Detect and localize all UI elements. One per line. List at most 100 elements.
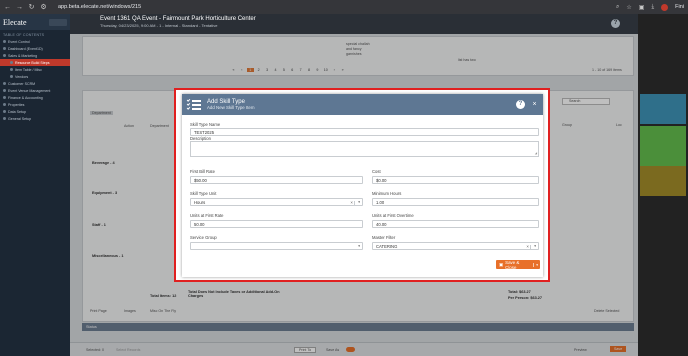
sidebar-item-label: Item Table / Misc (15, 67, 42, 72)
adjacent-panel (640, 126, 686, 166)
sidebar-item-label: Dashboard (Event1D) (8, 46, 43, 51)
chevron-down-icon[interactable]: ▾ (358, 199, 360, 205)
skill-type-unit-select[interactable]: Hours × ▾ (190, 198, 363, 206)
sidebar-item[interactable]: Vendors (0, 73, 70, 80)
bullet-icon (10, 61, 13, 64)
highlight-frame: Add Skill Type Add New Skill Type Item ?… (174, 88, 550, 282)
cost-input[interactable]: $0.00 (372, 176, 539, 184)
minimum-hours-input[interactable]: 1.00 (372, 198, 539, 206)
logo-bar: Elecate (0, 14, 70, 30)
event-title: Event 1361 QA Event - Fairmount Park Hor… (100, 16, 256, 22)
help-icon[interactable]: ? (516, 100, 525, 109)
units-first-overtime-input[interactable]: 40.00 (372, 220, 539, 228)
master-filter-value: CATERING (376, 244, 398, 249)
sidebar-item-label: Properties (8, 102, 25, 107)
extension-icon[interactable]: ▣ (639, 4, 645, 11)
chevron-down-icon[interactable]: ▾ (358, 243, 360, 249)
divider (530, 244, 531, 249)
forward-icon[interactable]: → (16, 4, 23, 11)
sidebar-item-label: Vendors (15, 74, 29, 79)
adjacent-window (638, 14, 688, 356)
skill-type-unit-value: Hours (194, 200, 206, 205)
sidebar: Elecate TABLE OF CONTENTS Event Control … (0, 14, 70, 356)
sidebar-item-label: Finance & Accounting (8, 95, 43, 100)
units-first-rate-input[interactable]: 50.00 (190, 220, 363, 228)
event-header: Event 1361 QA Event - Fairmount Park Hor… (70, 14, 638, 34)
dialog-header: Add Skill Type Add New Skill Type Item ?… (182, 94, 543, 115)
sidebar-item[interactable]: Finance & Accounting (0, 94, 70, 101)
sidebar-item-label: Customer SCRM (8, 81, 36, 86)
sidebar-item-label: General Setup (8, 116, 32, 121)
site-info-icon[interactable]: ⚙ (40, 3, 47, 11)
browser-toolbar: ← → ↻ ⚙ app.beta.elecate.net/windows/215… (0, 0, 688, 14)
resize-handle-icon[interactable]: ◢ (535, 151, 537, 155)
bullet-icon (3, 117, 6, 120)
sidebar-item[interactable]: Properties (0, 101, 70, 108)
close-icon[interactable]: × (531, 101, 538, 108)
sidebar-item-label: Event Control (8, 39, 30, 44)
save-and-close-label: Save & Close (505, 259, 520, 270)
bullet-icon (3, 82, 6, 85)
adjacent-panel (640, 94, 686, 124)
first-bill-rate-label: First Bill Rate (190, 169, 215, 174)
checklist-icon (186, 98, 202, 111)
sidebar-item-label: Resource Build Steps (15, 60, 50, 65)
add-skill-type-dialog: Add Skill Type Add New Skill Type Item ?… (182, 94, 543, 277)
master-filter-select[interactable]: CATERING × ▾ (372, 242, 539, 250)
sidebar-item-label: Event Venue Management (8, 88, 51, 93)
save-icon: ▣ (499, 261, 504, 267)
bullet-icon (3, 40, 6, 43)
sidebar-item[interactable]: Dashboard (Event1D) (0, 45, 70, 52)
sidebar-item[interactable]: Customer SCRM (0, 80, 70, 87)
divider (354, 200, 355, 205)
master-filter-label: Master Filter (372, 235, 396, 240)
sidebar-item-label: Sales & Marketing (8, 53, 38, 58)
sidebar-item[interactable]: Data Setup (0, 108, 70, 115)
app-logo[interactable]: Elecate (3, 18, 27, 27)
sidebar-item[interactable]: Item Table / Misc (0, 66, 70, 73)
bullet-icon (10, 75, 13, 78)
first-bill-rate-input[interactable]: $50.00 (190, 176, 363, 184)
zoom-icon[interactable]: ⌕ (616, 4, 619, 11)
sidebar-item[interactable]: Sales & Marketing (0, 52, 70, 59)
units-first-rate-label: Units at First Rate (190, 213, 224, 218)
sidebar-item[interactable]: Event Control (0, 38, 70, 45)
bullet-icon (10, 68, 13, 71)
units-first-overtime-label: Units at First Overtime (372, 213, 414, 218)
bullet-icon (3, 54, 6, 57)
sidebar-item-label: Data Setup (8, 109, 26, 114)
bullet-icon (3, 47, 6, 50)
bookmark-star-icon[interactable]: ☆ (626, 4, 631, 11)
profile-label: Fini (675, 4, 684, 10)
skill-type-unit-label: Skill Type Unit (190, 191, 217, 196)
service-group-label: Service Group (190, 235, 217, 240)
back-icon[interactable]: ← (4, 4, 11, 11)
download-icon[interactable]: ⤓ (651, 4, 654, 11)
description-textarea[interactable]: ◢ (190, 141, 539, 157)
profile-avatar[interactable] (661, 3, 669, 11)
clear-icon[interactable]: × (350, 199, 353, 205)
chevron-down-icon[interactable]: ▾ (533, 262, 540, 267)
adjacent-panel (640, 166, 686, 196)
clear-icon[interactable]: × (526, 243, 529, 249)
event-subtitle: Thursday, 04/23/2025, 9:00 AM - 1 - Inte… (100, 23, 218, 28)
sidebar-item-active[interactable]: Resource Build Steps (0, 59, 70, 66)
bullet-icon (3, 110, 6, 113)
sidebar-item[interactable]: Event Venue Management (0, 87, 70, 94)
dialog-subtitle: Add New Skill Type Item (207, 105, 255, 111)
skill-type-name-label: Skill Type Name (190, 122, 221, 127)
chevron-down-icon[interactable]: ▾ (534, 243, 536, 249)
reload-icon[interactable]: ↻ (28, 3, 35, 11)
bullet-icon (3, 89, 6, 92)
sidebar-search[interactable] (49, 18, 67, 26)
save-and-close-button[interactable]: ▣ Save & Close ▾ (496, 259, 540, 270)
address-bar[interactable]: app.beta.elecate.net/windows/215 (58, 4, 611, 10)
skill-type-name-input[interactable]: TEST2025 (190, 128, 539, 136)
service-group-select[interactable]: ▾ (190, 242, 363, 250)
sidebar-item[interactable]: General Setup (0, 115, 70, 122)
bullet-icon (3, 96, 6, 99)
minimum-hours-label: Minimum Hours (372, 191, 402, 196)
bullet-icon (3, 103, 6, 106)
help-icon[interactable]: ? (611, 19, 620, 28)
toc-title: TABLE OF CONTENTS (3, 33, 45, 37)
